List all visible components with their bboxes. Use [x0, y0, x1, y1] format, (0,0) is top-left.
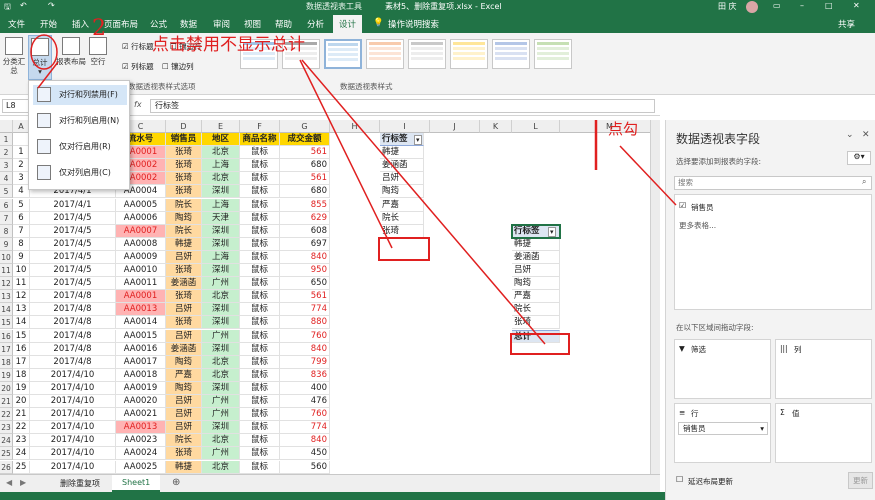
annotation-number: 2 [92, 16, 106, 41]
annotation-circle [30, 34, 58, 70]
annotation-box-pivot1 [378, 237, 430, 261]
annotation-arrow-checkbox [619, 145, 677, 206]
annotation-arrow-pivot1 [299, 59, 393, 249]
annotation-instruction: 点击禁用不显示总计 [152, 35, 305, 55]
annotation-arrow-menu [37, 61, 59, 89]
annotation-arrow-pivot2 [301, 59, 546, 345]
annotation-layer [30, 34, 677, 355]
annotation-box-total [510, 333, 570, 355]
annotation-check: 点勾 [608, 120, 639, 138]
